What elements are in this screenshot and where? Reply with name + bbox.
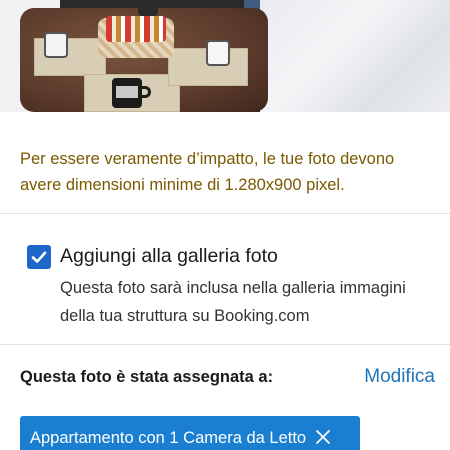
modify-link[interactable]: Modifica xyxy=(364,365,435,389)
gallery-checkbox-label[interactable]: Aggiungi alla galleria foto xyxy=(60,243,278,269)
gallery-checkbox[interactable] xyxy=(27,245,51,269)
photo-size-notice: Per essere veramente d’impatto, le tue f… xyxy=(20,150,395,194)
assignment-label: Questa foto è stata assegnata a: xyxy=(20,368,274,386)
photo-preview xyxy=(0,0,450,112)
divider xyxy=(0,213,450,214)
assigned-room-chip: Appartamento con 1 Camera da Letto xyxy=(20,416,360,450)
close-icon[interactable] xyxy=(314,428,332,446)
gallery-description: Questa foto sarà inclusa nella galleria … xyxy=(60,279,406,325)
divider xyxy=(0,344,450,345)
checkmark-icon xyxy=(31,251,47,263)
assigned-room-label: Appartamento con 1 Camera da Letto xyxy=(30,428,307,447)
